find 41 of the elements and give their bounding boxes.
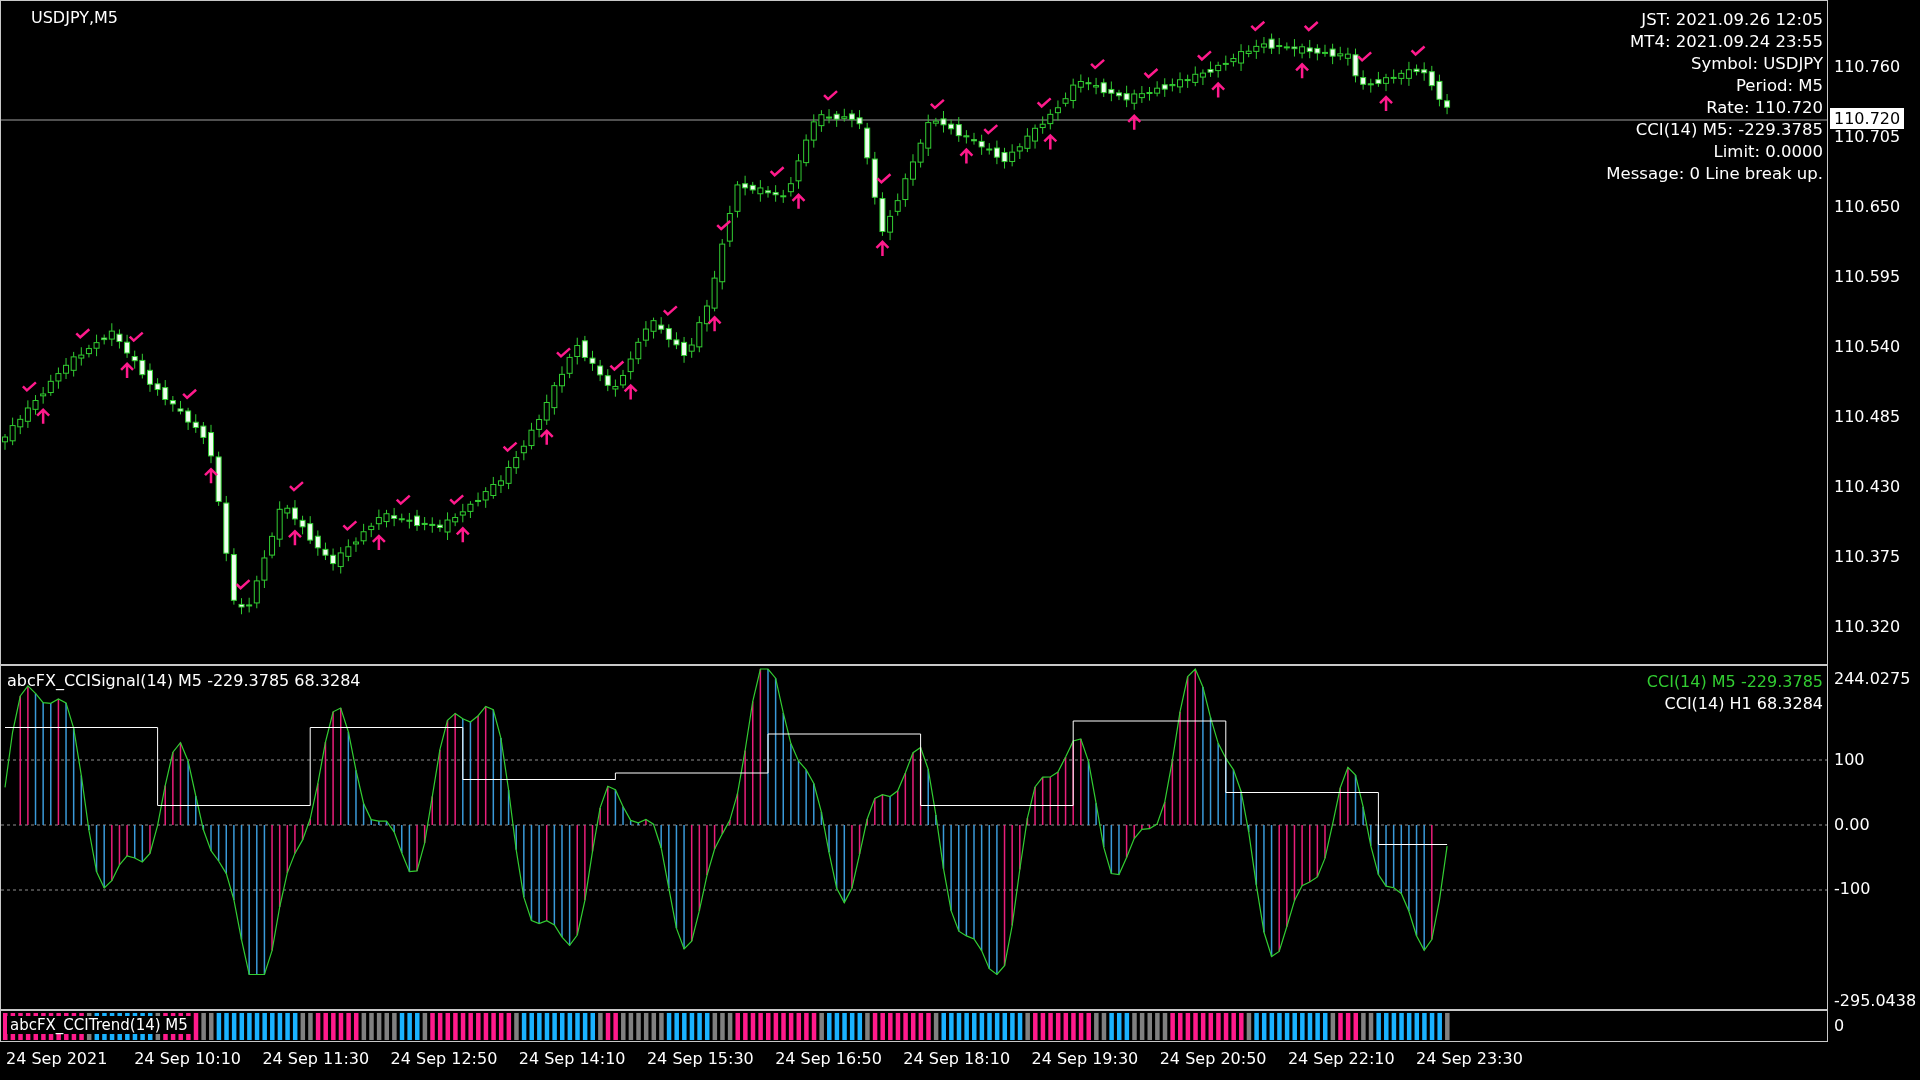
price-axis-label: 110.595 — [1834, 267, 1901, 286]
info-text: Message: 0 Line break up. — [1606, 163, 1823, 185]
info-text: Symbol: USDJPY — [1690, 53, 1823, 75]
price-axis-label: 110.760 — [1834, 57, 1901, 76]
time-axis-label: 24 Sep 14:10 — [518, 1049, 627, 1070]
time-axis-label: 24 Sep 18:10 — [903, 1049, 1012, 1070]
indicator-axis-label: 244.0275 — [1834, 669, 1911, 688]
time-axis-label: 24 Sep 11:30 — [262, 1049, 371, 1070]
indicator-axis-label: -100 — [1834, 879, 1871, 898]
time-axis-label: 24 Sep 12:50 — [390, 1049, 499, 1070]
price-axis-label: 110.485 — [1834, 407, 1901, 426]
info-text: Rate: 110.720 — [1706, 97, 1823, 119]
time-axis-label: 24 Sep 22:10 — [1287, 1049, 1396, 1070]
price-axis-label: 110.650 — [1834, 197, 1901, 216]
indicator-label: abcFX_CCISignal(14) M5 -229.3785 68.3284 — [7, 671, 361, 690]
time-axis-label: 24 Sep 10:10 — [134, 1049, 242, 1070]
indicator-label: abcFX_CCITrend(14) M5 — [7, 1016, 191, 1034]
info-text: Period: M5 — [1736, 75, 1823, 97]
legend-text: CCI(14) H1 68.3284 — [1664, 693, 1823, 715]
time-axis-label: 24 Sep 15:30 — [646, 1049, 755, 1070]
indicator-axis-label: 0.00 — [1834, 815, 1870, 834]
info-text: Limit: 0.0000 — [1713, 141, 1823, 163]
indicator-axis-label: 0 — [1834, 1016, 1845, 1035]
price-axis-label: 110.375 — [1834, 547, 1901, 566]
indicator-axis-label: -295.0438 — [1834, 991, 1917, 1010]
price-axis-label: 110.430 — [1834, 477, 1901, 496]
time-axis-label: 24 Sep 2021 — [6, 1049, 109, 1070]
price-axis-label: 110.705 — [1834, 127, 1901, 146]
time-axis-label: 24 Sep 23:30 — [1416, 1049, 1524, 1070]
indicator-axis-label: 100 — [1834, 750, 1865, 769]
price-axis-label: 110.540 — [1834, 337, 1901, 356]
info-text: MT4: 2021.09.24 23:55 — [1630, 31, 1823, 53]
time-axis-label: 24 Sep 16:50 — [775, 1049, 883, 1070]
current-price-label: 110.720 — [1830, 108, 1905, 129]
price-axis-label: 110.320 — [1834, 617, 1901, 636]
legend-text: CCI(14) M5 -229.3785 — [1646, 671, 1823, 693]
info-text: JST: 2021.09.26 12:05 — [1641, 9, 1823, 31]
time-axis-label: 24 Sep 19:30 — [1031, 1049, 1140, 1070]
info-text: CCI(14) M5: -229.3785 — [1635, 119, 1823, 141]
time-axis-label: 24 Sep 20:50 — [1159, 1049, 1268, 1070]
chart-title: USDJPY,M5 — [31, 8, 119, 27]
